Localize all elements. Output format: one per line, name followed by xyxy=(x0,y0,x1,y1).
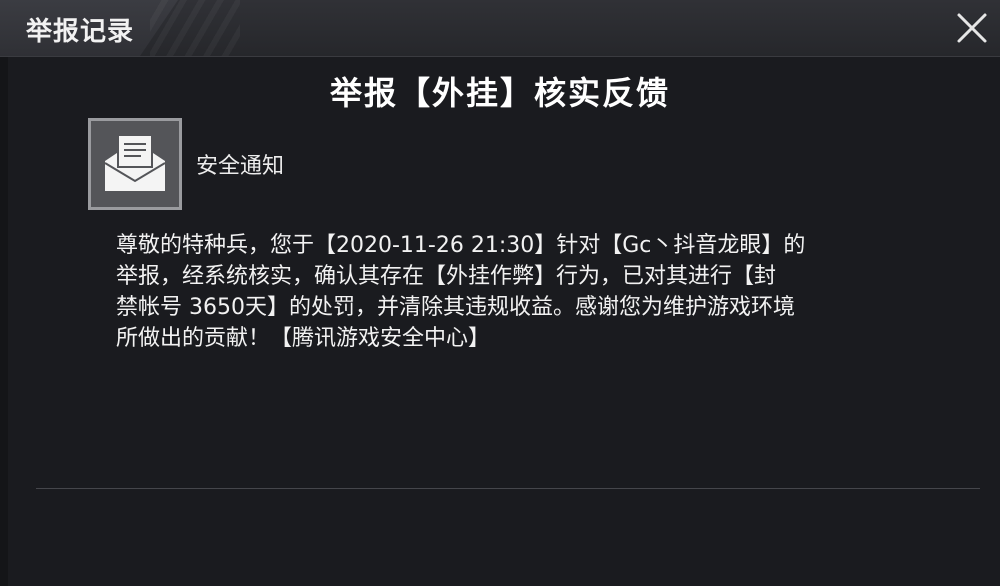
report-heading: 举报【外挂】核实反馈 xyxy=(329,74,670,112)
close-button[interactable] xyxy=(954,10,990,46)
divider xyxy=(36,488,980,489)
close-icon xyxy=(957,13,987,43)
mail-icon xyxy=(88,118,182,210)
report-record-window: 举报记录 举报【外挂】核实反馈 安全通知 尊敬的特种兵，您于【2020-11-2… xyxy=(0,0,1000,586)
title-decoration xyxy=(150,0,240,56)
title-bar: 举报记录 xyxy=(0,0,1000,57)
report-message: 尊敬的特种兵，您于【2020-11-26 21:30】针对【Gc丶抖音龙眼】的 … xyxy=(116,233,806,351)
window-edge xyxy=(0,56,8,586)
background-scene xyxy=(914,170,1000,500)
notice-title: 安全通知 xyxy=(196,154,285,179)
window-title: 举报记录 xyxy=(26,17,135,47)
